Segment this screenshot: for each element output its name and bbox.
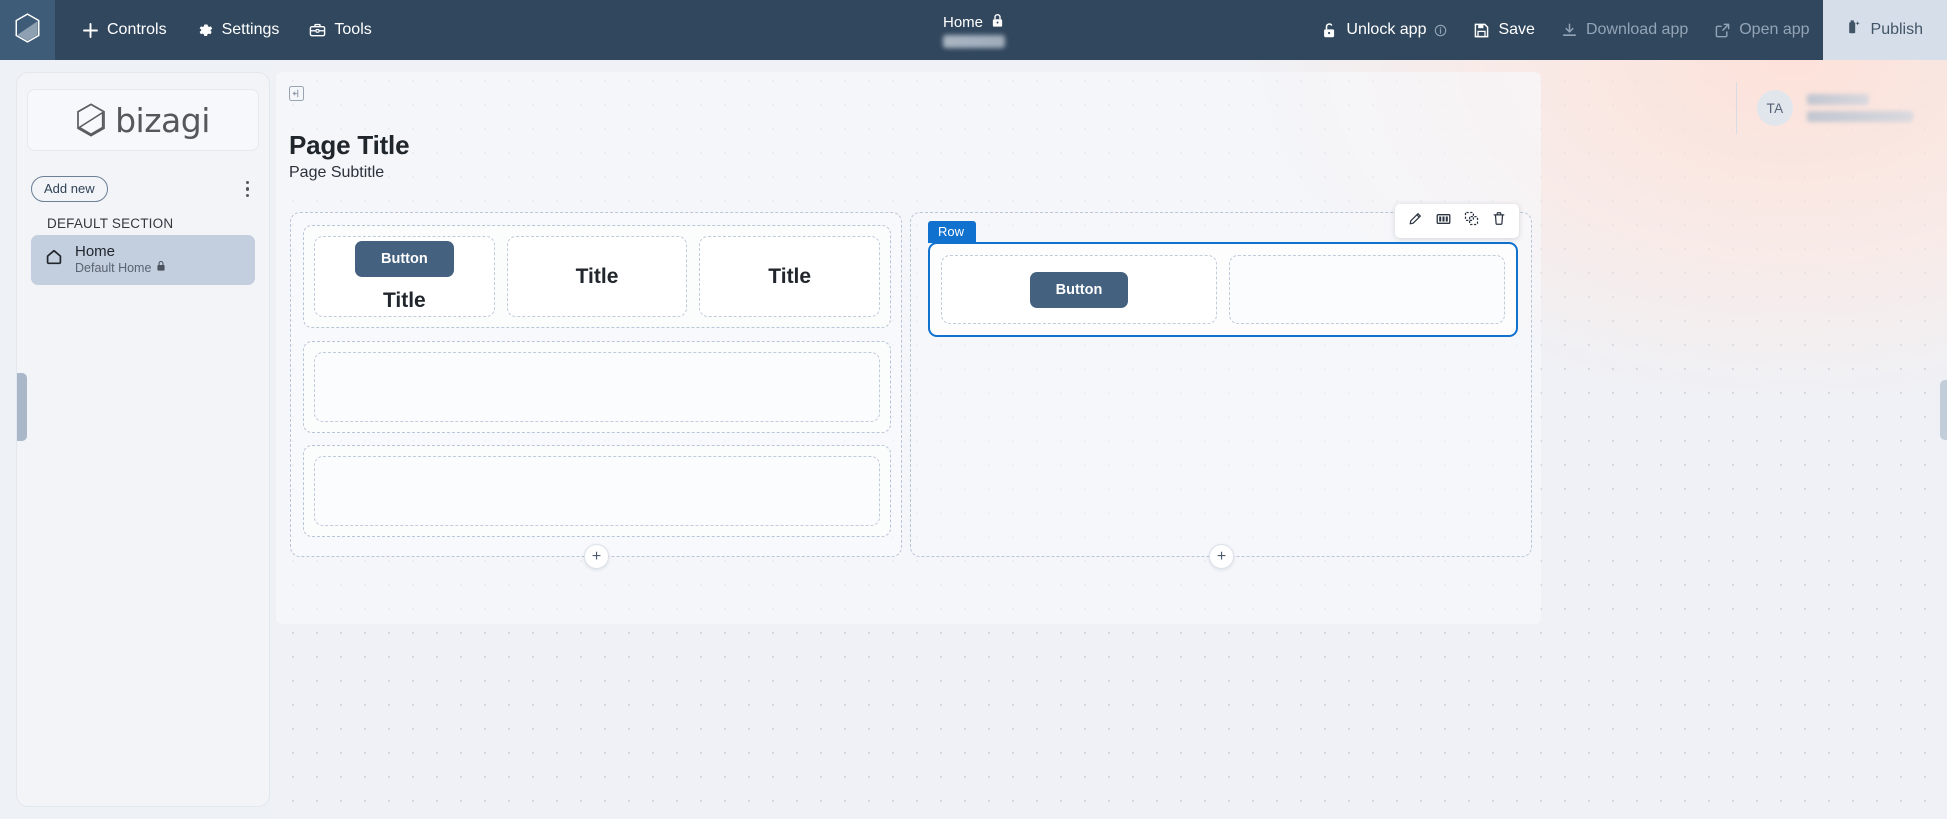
edit-row-button[interactable] <box>1403 210 1427 232</box>
tools-menu-button[interactable]: Tools <box>296 12 384 48</box>
user-account-area: TA <box>1736 82 1913 134</box>
app-logo-button[interactable] <box>0 0 55 60</box>
left-column-container[interactable]: Button Title Title Title + <box>290 212 902 569</box>
designer-canvas: Page Title Page Subtitle TA Button Title <box>272 60 1947 819</box>
pencil-edit-icon <box>1408 212 1422 231</box>
toolbox-icon <box>309 22 326 39</box>
left-row1-cell-1[interactable]: Button Title <box>314 236 495 317</box>
trash-icon <box>1492 211 1506 231</box>
page-title: Page Title <box>289 130 410 160</box>
left-row-3[interactable] <box>303 445 891 537</box>
lock-icon <box>991 13 1004 33</box>
open-app-label: Open app <box>1739 21 1810 38</box>
save-button[interactable]: Save <box>1460 12 1547 48</box>
columns-icon <box>1436 212 1451 231</box>
button-widget[interactable]: Button <box>354 240 454 277</box>
add-row-left-button[interactable]: + <box>584 544 609 569</box>
controls-menu-button[interactable]: Controls <box>69 12 180 48</box>
download-app-label: Download app <box>1585 21 1689 38</box>
redacted-user-email <box>1807 111 1913 122</box>
unlock-icon <box>1321 22 1338 39</box>
home-icon <box>45 248 63 271</box>
selected-row-badge: Row <box>928 221 977 243</box>
open-app-button[interactable]: Open app <box>1701 12 1822 48</box>
toolbar-left-group: Controls Settings Tools <box>69 12 385 48</box>
left-row1-cell-2[interactable]: Title <box>506 236 688 317</box>
more-vertical-icon[interactable] <box>240 179 256 200</box>
add-new-page-button[interactable]: Add new <box>31 176 108 202</box>
brand-wordmark: bizagi <box>115 100 210 140</box>
app-brand-logo: bizagi <box>27 89 259 151</box>
collapse-panel-icon[interactable] <box>289 86 304 101</box>
pages-sidebar: bizagi Add new DEFAULT SECTION Home Defa… <box>16 72 270 807</box>
unlock-app-button[interactable]: Unlock app <box>1308 12 1460 48</box>
button-widget[interactable]: Button <box>1029 271 1129 308</box>
redacted-user-details <box>1807 94 1913 122</box>
default-section-label: DEFAULT SECTION <box>47 216 174 231</box>
floppy-disk-icon <box>1473 22 1490 39</box>
title-widget[interactable]: Title <box>383 289 426 313</box>
duplicate-icon <box>1464 211 1479 231</box>
publish-icon <box>1845 19 1862 41</box>
settings-menu-label: Settings <box>221 21 280 38</box>
add-row-right-button[interactable]: + <box>1209 544 1234 569</box>
controls-menu-label: Controls <box>107 21 167 38</box>
bizagi-hex-mark-icon <box>76 103 106 137</box>
duplicate-row-button[interactable] <box>1459 210 1483 232</box>
settings-menu-button[interactable]: Settings <box>184 12 293 48</box>
left-row3-cell-1[interactable] <box>314 456 880 526</box>
sidebar-scroll-indicator[interactable] <box>17 373 27 441</box>
redacted-app-name <box>942 34 1005 48</box>
app-title-block: Home <box>942 0 1005 60</box>
sidebar-item-home-title: Home <box>75 243 116 260</box>
external-link-icon <box>1714 22 1731 39</box>
redacted-user-name <box>1807 94 1869 105</box>
publish-label: Publish <box>1870 21 1923 38</box>
title-widget[interactable]: Title <box>576 265 619 289</box>
canvas-scroll-indicator[interactable] <box>1940 380 1947 440</box>
left-row-2[interactable] <box>303 341 891 433</box>
sidebar-actions: Add new <box>17 176 269 202</box>
lock-icon <box>156 260 166 275</box>
app-page-title: Home <box>942 14 983 31</box>
download-icon <box>1561 22 1578 39</box>
delete-row-button[interactable] <box>1487 210 1511 232</box>
avatar-divider <box>1736 82 1737 134</box>
save-label: Save <box>1498 21 1535 38</box>
selected-row-cell-1[interactable]: Button <box>941 255 1217 324</box>
selected-row-cell-2[interactable] <box>1229 255 1505 324</box>
canvas-grid-background: Page Title Page Subtitle TA Button Title <box>272 60 1947 819</box>
plus-icon <box>82 22 99 39</box>
tools-menu-label: Tools <box>334 21 372 38</box>
gear-icon <box>197 22 214 39</box>
left-row2-cell-1[interactable] <box>314 352 880 422</box>
toolbar-right-group: Unlock app Save Download app Open app Pu… <box>1308 0 1947 60</box>
sidebar-item-home[interactable]: Home Default Home <box>31 235 255 285</box>
info-icon[interactable] <box>1434 24 1447 37</box>
unlock-app-label: Unlock app <box>1346 21 1427 38</box>
columns-row-button[interactable] <box>1431 210 1455 232</box>
title-widget[interactable]: Title <box>768 265 811 289</box>
row-context-toolbar <box>1395 204 1519 238</box>
left-row1-cell-3[interactable]: Title <box>699 236 881 317</box>
avatar[interactable]: TA <box>1757 90 1793 126</box>
publish-button[interactable]: Publish <box>1822 0 1947 60</box>
left-row-1[interactable]: Button Title Title Title <box>303 225 891 328</box>
sidebar-item-home-subtitle: Default Home <box>75 260 152 275</box>
download-app-button[interactable]: Download app <box>1548 12 1701 48</box>
selected-row[interactable]: Row Button <box>928 204 1519 337</box>
bizagi-hex-logo-icon <box>14 12 41 48</box>
top-toolbar: Controls Settings Tools Home Unlock app … <box>0 0 1947 60</box>
page-subtitle: Page Subtitle <box>289 164 385 181</box>
